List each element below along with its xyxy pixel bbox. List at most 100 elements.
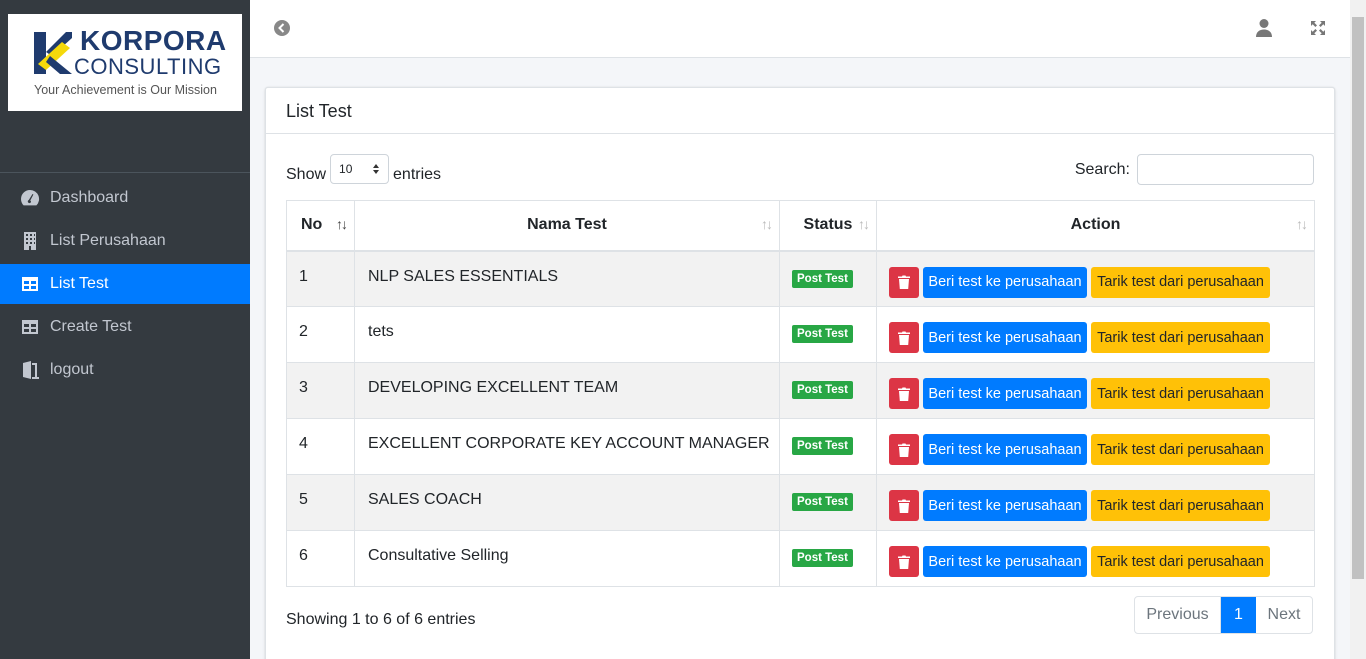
door-exit-icon [19, 359, 41, 381]
status-badge: Post Test [792, 269, 853, 288]
list-test-card: List Test Show 10 entries Search: No ↑↓ … [265, 87, 1335, 659]
cell-status: Post Test [779, 530, 877, 587]
column-header-status[interactable]: Status ↑↓ [779, 200, 877, 252]
column-header-name[interactable]: Nama Test ↑↓ [354, 200, 780, 252]
sidebar-item-logout[interactable]: logout [0, 350, 250, 390]
tests-table: No ↑↓ Nama Test ↑↓ Status ↑↓ Action ↑↓ 1… [286, 200, 1315, 587]
pagination-next[interactable]: Next [1256, 597, 1312, 633]
page-length-value: 10 [339, 162, 353, 176]
table-row: 3 DEVELOPING EXCELLENT TEAM Post Test Be… [286, 362, 1315, 419]
assign-test-button[interactable]: Beri test ke perusahaan [923, 434, 1087, 465]
cell-test-name: DEVELOPING EXCELLENT TEAM [354, 362, 780, 419]
withdraw-test-button[interactable]: Tarik test dari perusahaan [1091, 490, 1270, 521]
user-icon[interactable] [1255, 18, 1273, 38]
assign-test-button[interactable]: Beri test ke perusahaan [923, 490, 1087, 521]
cell-no: 1 [286, 250, 355, 307]
delete-button[interactable] [889, 546, 919, 577]
withdraw-test-button[interactable]: Tarik test dari perusahaan [1091, 266, 1270, 298]
cell-actions: Beri test ke perusahaan Tarik test dari … [876, 474, 1315, 531]
delete-button[interactable] [889, 322, 919, 353]
brand-logo[interactable]: KORPORA CONSULTING Your Achievement is O… [8, 14, 242, 111]
topbar [250, 0, 1350, 58]
cell-test-name: tets [354, 306, 780, 363]
table-info: Showing 1 to 6 of 6 entries [286, 611, 476, 628]
table-row: 5 SALES COACH Post Test Beri test ke per… [286, 474, 1315, 531]
sort-updown-icon [373, 164, 380, 174]
search-input[interactable] [1137, 154, 1314, 185]
withdraw-test-button[interactable]: Tarik test dari perusahaan [1091, 378, 1270, 409]
sidebar-item-label: logout [50, 361, 94, 378]
sidebar-item-dashboard[interactable]: Dashboard [0, 178, 250, 218]
show-label: Show [286, 166, 327, 183]
trash-icon [898, 331, 910, 345]
cell-status: Post Test [779, 418, 877, 475]
card-title: List Test [266, 88, 1334, 134]
withdraw-test-button[interactable]: Tarik test dari perusahaan [1091, 434, 1270, 465]
sidebar-item-list-perusahaan[interactable]: List Perusahaan [0, 221, 250, 261]
cell-actions: Beri test ke perusahaan Tarik test dari … [876, 362, 1315, 419]
sort-asc-icon: ↑↓ [336, 216, 348, 232]
delete-button[interactable] [889, 434, 919, 465]
table-row: 2 tets Post Test Beri test ke perusahaan… [286, 306, 1315, 363]
assign-test-button[interactable]: Beri test ke perusahaan [923, 378, 1087, 409]
cell-no: 6 [286, 530, 355, 587]
sidebar-item-label: List Perusahaan [50, 232, 166, 249]
table-icon [19, 273, 41, 295]
search-control: Search: [1075, 154, 1314, 185]
trash-icon [898, 499, 910, 513]
column-header-action[interactable]: Action ↑↓ [876, 200, 1315, 252]
page-length-select[interactable]: 10 [330, 154, 390, 184]
expand-icon[interactable] [1310, 20, 1326, 36]
status-badge: Post Test [792, 381, 853, 399]
brand-tagline: Your Achievement is Our Mission [34, 83, 217, 97]
column-header-label: Status [803, 216, 853, 234]
assign-test-button[interactable]: Beri test ke perusahaan [923, 322, 1087, 353]
sidebar-item-create-test[interactable]: Create Test [0, 307, 250, 347]
cell-status: Post Test [779, 306, 877, 363]
cell-status: Post Test [779, 474, 877, 531]
sort-icon: ↑↓ [1296, 216, 1308, 232]
column-header-label: No [301, 216, 323, 234]
cell-actions: Beri test ke perusahaan Tarik test dari … [876, 418, 1315, 475]
page-length-control: Show 10 entries [286, 154, 441, 190]
brand-name-line2: CONSULTING [74, 54, 222, 79]
withdraw-test-button[interactable]: Tarik test dari perusahaan [1091, 546, 1270, 577]
cell-actions: Beri test ke perusahaan Tarik test dari … [876, 250, 1315, 307]
delete-button[interactable] [889, 490, 919, 521]
pagination: Previous 1 Next [1134, 596, 1313, 634]
delete-button[interactable] [889, 378, 919, 409]
withdraw-test-button[interactable]: Tarik test dari perusahaan [1091, 322, 1270, 353]
cell-actions: Beri test ke perusahaan Tarik test dari … [876, 530, 1315, 587]
assign-test-button[interactable]: Beri test ke perusahaan [923, 266, 1087, 298]
trash-icon [898, 387, 910, 401]
cell-no: 2 [286, 306, 355, 363]
cell-test-name: SALES COACH [354, 474, 780, 531]
table-icon [19, 316, 41, 338]
brand-name-line1: KORPORA [80, 25, 227, 56]
cell-no: 4 [286, 418, 355, 475]
cell-test-name: Consultative Selling [354, 530, 780, 587]
cell-no: 5 [286, 474, 355, 531]
sort-icon: ↑↓ [858, 216, 870, 232]
column-header-no[interactable]: No ↑↓ [286, 200, 355, 252]
page-scrollbar[interactable] [1350, 0, 1366, 659]
sidebar-item-label: Dashboard [50, 189, 129, 206]
sidebar-item-list-test[interactable]: List Test [0, 264, 250, 304]
trash-icon [898, 555, 910, 569]
search-label: Search: [1074, 160, 1130, 178]
building-icon [19, 230, 41, 252]
trash-icon [898, 275, 910, 289]
cell-test-name: NLP SALES ESSENTIALS [354, 250, 780, 307]
cell-test-name: EXCELLENT CORPORATE KEY ACCOUNT MANAGER [354, 418, 780, 475]
trash-icon [898, 443, 910, 457]
pagination-page-1[interactable]: 1 [1221, 597, 1256, 633]
korpora-logo-mark-icon [34, 32, 72, 74]
status-badge: Post Test [792, 549, 853, 567]
assign-test-button[interactable]: Beri test ke perusahaan [923, 546, 1087, 577]
scrollbar-thumb[interactable] [1352, 17, 1364, 579]
sort-icon: ↑↓ [761, 216, 773, 232]
pagination-previous[interactable]: Previous [1135, 597, 1221, 633]
delete-button[interactable] [889, 266, 919, 298]
sidebar-item-label: List Test [50, 275, 109, 292]
chevron-left-circle-icon[interactable] [273, 19, 291, 37]
